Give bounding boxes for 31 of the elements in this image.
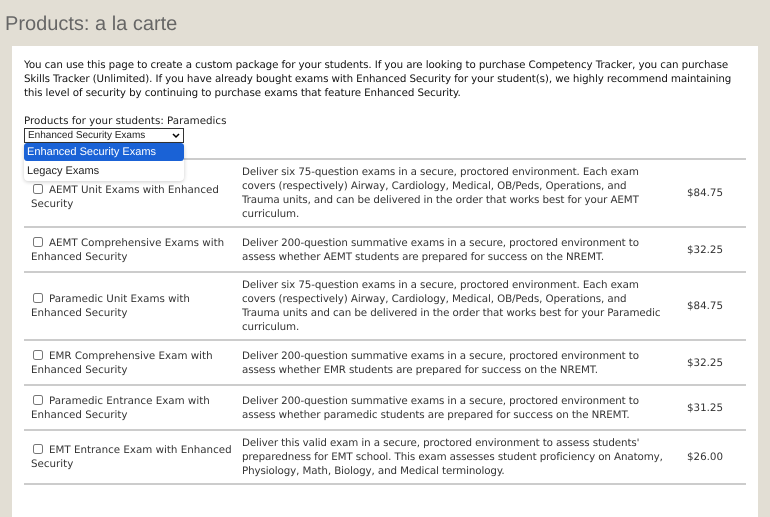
product-price: $26.00 xyxy=(686,450,724,464)
product-description: Deliver six 75-question exams in a secure, proctored environment. Each exam covers (respectively) Airway, Cardiology, Medical, OB/Peds, Operations, and Trauma units and can be delivered in the order that works best for your Paramedic curriculum. xyxy=(242,278,662,334)
product-checkbox[interactable] xyxy=(33,236,43,246)
product-description: Deliver six 75-question exams in a secure, proctored environment. Each exam covers (respectively) Airway, Cardiology, Medical, OB/Peds, Operations, and Trauma units, and can be delivered in the order that works best for your AEMT curriculum. xyxy=(242,165,640,221)
product-price: $84.75 xyxy=(686,299,724,313)
products-label: Products for your students: Paramedics xyxy=(24,114,226,128)
product-name: AEMT Unit Exams with Enhanced Security xyxy=(31,183,220,211)
product-checkbox[interactable] xyxy=(33,394,43,404)
dropdown-option[interactable]: Enhanced Security Exams xyxy=(24,143,184,161)
exam-select[interactable]: Enhanced Security Exams xyxy=(24,128,184,143)
product-checkbox[interactable] xyxy=(33,293,43,303)
product-price: $32.25 xyxy=(686,356,724,370)
product-price: $32.25 xyxy=(686,242,724,256)
product-name: Paramedic Unit Exams with Enhanced Security xyxy=(31,292,191,320)
product-name: AEMT Comprehensive Exams with Enhanced Security xyxy=(31,236,226,264)
product-name: Paramedic Entrance Exam with Enhanced Security xyxy=(31,394,211,422)
product-checkbox[interactable] xyxy=(33,350,43,360)
chevron-down-icon xyxy=(172,132,180,138)
product-description: Deliver 200-question summative exams in a secure, proctored environment to assess whether AEMT students are prepared for success on the NREMT. xyxy=(242,236,640,264)
product-name: EMT Entrance Exam with Enhanced Security xyxy=(31,443,233,471)
product-name: EMR Comprehensive Exam with Enhanced Security xyxy=(31,348,214,376)
product-description: Deliver 200-question summative exams in a secure, proctored environment to assess whether paramedic students are prepared for success on the NREMT. xyxy=(242,394,640,422)
intro-text: You can use this page to create a custom package for your students. If you are looking to purchase Competency Tracker, you can purchase Skills Tracker (Unlimited). If you have already bought exams with Enhanced Security for your student(s), we highly recommend maintaining this level of security by continuing to purchase exams that feature Enhanced Security. xyxy=(24,58,732,100)
product-price: $31.25 xyxy=(686,400,724,414)
product-price: $84.75 xyxy=(686,186,724,200)
page-title: Products: a la carte xyxy=(4,12,178,37)
product-checkbox[interactable] xyxy=(33,444,43,454)
product-description: Deliver this valid exam in a secure, proctored environment to assess students' preparedness for EMT school. This exam assesses student proficiency on Anatomy, Physiology, Math, Biology, and Medical terminology. xyxy=(242,436,664,478)
product-checkbox[interactable] xyxy=(33,184,43,194)
product-description: Deliver 200-question summative exams in a secure, proctored environment to assess whether EMR students are prepared for success on the NREMT. xyxy=(242,348,640,376)
dropdown-option[interactable]: Legacy Exams xyxy=(24,162,184,180)
